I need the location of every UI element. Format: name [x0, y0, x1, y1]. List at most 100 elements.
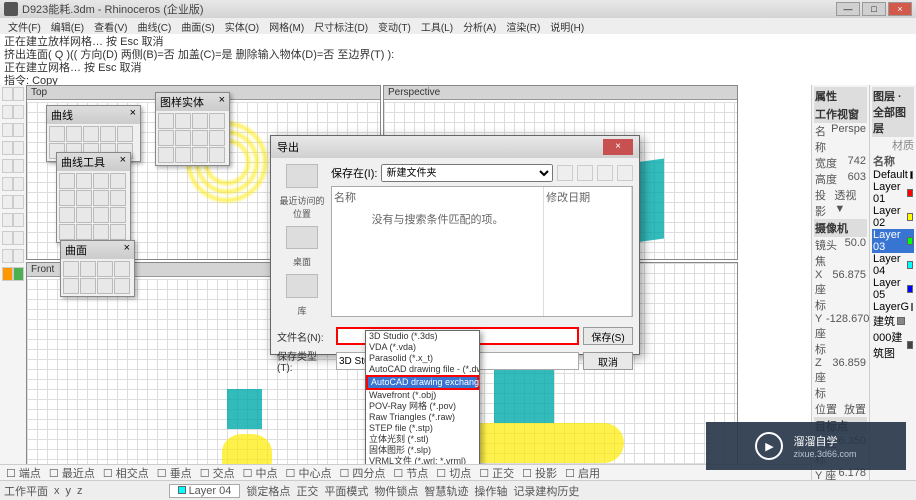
menu-file[interactable]: 文件(F): [4, 19, 45, 34]
osnap-item[interactable]: ☐ 中点: [243, 465, 278, 481]
layer-swatch[interactable]: [907, 341, 913, 349]
tool-curve[interactable]: [2, 177, 13, 191]
palette-tool[interactable]: [209, 113, 225, 129]
osnap-item[interactable]: ☐ 节点: [393, 465, 428, 481]
menu-analysis[interactable]: 分析(A): [459, 19, 500, 34]
format-option[interactable]: 3D Studio (*.3ds): [366, 331, 479, 342]
palette-tool[interactable]: [97, 278, 113, 294]
viewmenu-icon[interactable]: [617, 165, 633, 181]
layer-row[interactable]: Layer 02: [872, 205, 914, 229]
layer-swatch[interactable]: [897, 317, 905, 325]
palette-tool[interactable]: [76, 224, 92, 240]
prop-val[interactable]: 放置: [844, 401, 866, 417]
format-option[interactable]: 固体图形 (*.slp): [366, 445, 479, 456]
menu-solid[interactable]: 实体(O): [221, 19, 263, 34]
palette-tool[interactable]: [117, 126, 133, 142]
palette-tool[interactable]: [100, 126, 116, 142]
format-option[interactable]: VDA (*.vda): [366, 342, 479, 353]
maximize-button[interactable]: □: [862, 2, 886, 16]
palette-tool[interactable]: [175, 147, 191, 163]
palette-tool[interactable]: [93, 207, 109, 223]
palette-tool[interactable]: [158, 147, 174, 163]
status-history[interactable]: 记录建构历史: [513, 483, 579, 499]
palette-tool[interactable]: [76, 190, 92, 206]
back-icon[interactable]: [557, 165, 573, 181]
tool-lasso[interactable]: [13, 87, 24, 101]
save-button[interactable]: 保存(S): [583, 327, 633, 345]
format-option[interactable]: Parasolid (*.x_t): [366, 353, 479, 364]
palette-pattern[interactable]: 图样实体×: [155, 92, 230, 166]
status-ortho[interactable]: 正交: [296, 483, 318, 499]
menu-view[interactable]: 查看(V): [90, 19, 131, 34]
palette-tool[interactable]: [192, 130, 208, 146]
layer-row-selected[interactable]: Layer 03: [872, 229, 914, 253]
palette-tool[interactable]: [93, 190, 109, 206]
layer-swatch[interactable]: [907, 261, 913, 269]
palette-tool[interactable]: [114, 278, 130, 294]
status-snap[interactable]: 锁定格点: [246, 483, 290, 499]
palette-tool[interactable]: [175, 113, 191, 129]
palette-tool[interactable]: [59, 207, 75, 223]
menu-transform[interactable]: 变动(T): [374, 19, 415, 34]
tool-polygon[interactable]: [2, 159, 13, 173]
osnap-item[interactable]: ☐ 四分点: [339, 465, 385, 481]
layer-row[interactable]: Default: [872, 169, 914, 181]
menu-edit[interactable]: 编辑(E): [47, 19, 88, 34]
newfolder-icon[interactable]: [597, 165, 613, 181]
palette-tool[interactable]: [209, 147, 225, 163]
up-icon[interactable]: [577, 165, 593, 181]
palette-tool[interactable]: [59, 173, 75, 189]
tool-join[interactable]: [13, 267, 24, 281]
format-option[interactable]: STEP file (*.stp): [366, 423, 479, 434]
tab-material[interactable]: 材质: [872, 137, 914, 153]
tool-scale[interactable]: [2, 231, 13, 245]
tool-select[interactable]: [2, 87, 13, 101]
prop-val[interactable]: 36.859: [832, 357, 866, 401]
tool-array[interactable]: [2, 249, 13, 263]
dialog-close-button[interactable]: ×: [603, 139, 633, 155]
palette-tool[interactable]: [63, 278, 79, 294]
status-planar[interactable]: 平面模式: [324, 483, 368, 499]
tool-explode[interactable]: [2, 267, 13, 281]
format-option[interactable]: AutoCAD drawing file - (*.dwg): [366, 364, 479, 375]
menu-curve[interactable]: 曲线(C): [133, 19, 175, 34]
palette-tool[interactable]: [97, 261, 113, 277]
palette-tool[interactable]: [110, 224, 126, 240]
layer-row[interactable]: LayerG: [872, 301, 914, 313]
palette-surface[interactable]: 曲面×: [60, 240, 135, 297]
osnap-item[interactable]: ☐ 交点: [200, 465, 235, 481]
palette-tool[interactable]: [63, 261, 79, 277]
palette-tool[interactable]: [59, 224, 75, 240]
layer-row[interactable]: 建筑: [872, 313, 914, 329]
tool-move[interactable]: [2, 213, 13, 227]
menu-render[interactable]: 渲染(R): [502, 19, 544, 34]
osnap-item[interactable]: ☐ 启用: [565, 465, 600, 481]
layer-swatch[interactable]: [911, 303, 913, 311]
layer-row[interactable]: Layer 01: [872, 181, 914, 205]
prop-val[interactable]: -128.670: [826, 313, 869, 357]
tool-point[interactable]: [2, 105, 13, 119]
status-gumball[interactable]: 操作轴: [474, 483, 507, 499]
palette-tool[interactable]: [93, 173, 109, 189]
palette-close-icon[interactable]: ×: [130, 107, 136, 123]
status-cplane[interactable]: 工作平面: [4, 483, 48, 499]
palette-close-icon[interactable]: ×: [124, 242, 130, 258]
tool-circle[interactable]: [13, 123, 24, 137]
osnap-item[interactable]: ☐ 投影: [522, 465, 557, 481]
tool-mirror[interactable]: [13, 231, 24, 245]
status-osnap[interactable]: 物件锁点: [374, 483, 418, 499]
format-option[interactable]: POV-Ray 网格 (*.pov): [366, 401, 479, 412]
palette-tool[interactable]: [93, 224, 109, 240]
palette-tool[interactable]: [158, 130, 174, 146]
menu-help[interactable]: 说明(H): [546, 19, 588, 34]
cancel-button[interactable]: 取消: [583, 352, 633, 370]
layer-swatch[interactable]: [907, 213, 913, 221]
format-option-highlighted[interactable]: AutoCAD drawing exchange - (*.dxf): [366, 375, 479, 390]
tool-mesh[interactable]: [13, 195, 24, 209]
prop-val[interactable]: 50.0: [845, 237, 866, 269]
minimize-button[interactable]: —: [836, 2, 860, 16]
status-smart[interactable]: 智慧轨迹: [424, 483, 468, 499]
palette-tool[interactable]: [175, 130, 191, 146]
osnap-item[interactable]: ☐ 相交点: [103, 465, 149, 481]
palette-tool[interactable]: [192, 113, 208, 129]
